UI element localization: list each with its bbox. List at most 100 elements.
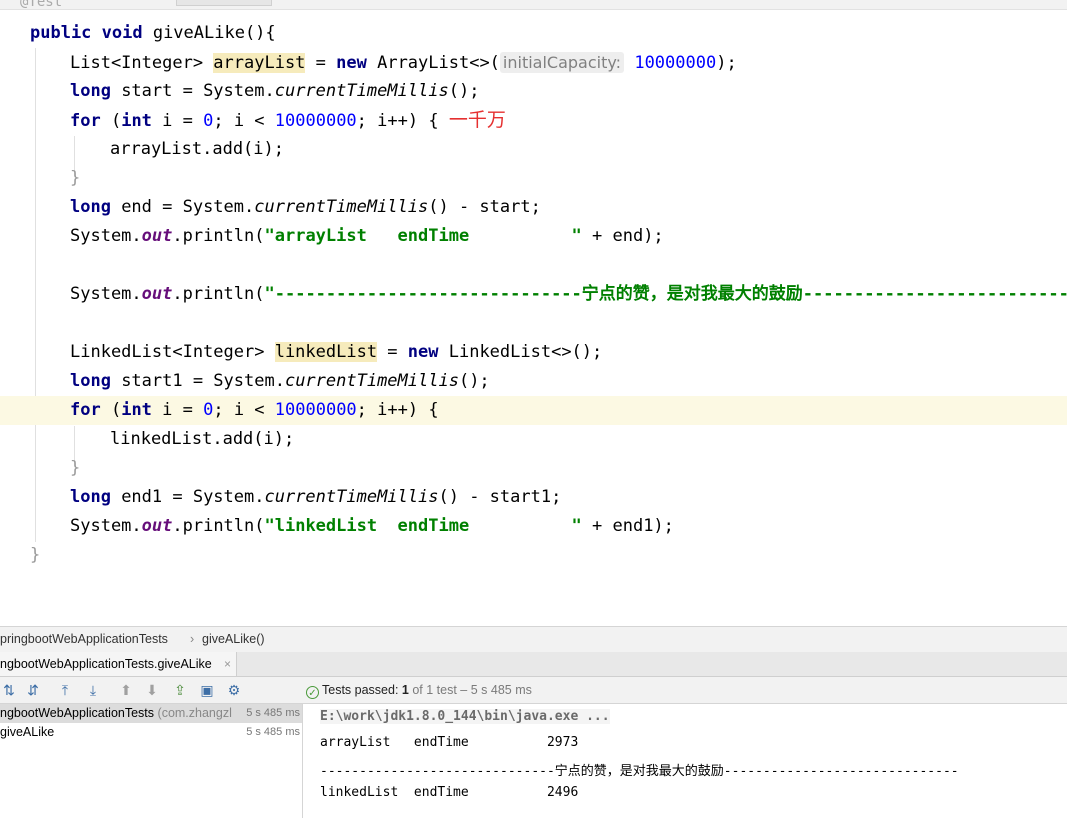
previous-failed-icon[interactable]: ⬆ [117,681,135,699]
console-line: linkedList endTime 2496 [320,785,579,800]
expand-all-icon[interactable]: ⤒ [56,681,74,699]
code-text: end1 = System. [110,487,265,507]
code-text: + end1); [581,516,674,536]
code-line: linkedList.add(i); [0,425,1067,454]
code-line: long start = System.currentTimeMillis(); [0,77,1067,106]
check-icon: ✓ [306,686,319,699]
highlighted-variable[interactable]: linkedList [274,342,378,362]
keyword: long [70,487,111,507]
console-line: ------------------------------宁点的赞，是对我最大… [320,764,959,779]
editor-tab-fragment[interactable] [176,0,272,6]
status-label: Tests passed: [322,683,399,697]
editor-top-strip: @Test [0,0,1067,10]
code-text: () - start1; [438,487,562,507]
code-line: System.out.println("linkedList endTime "… [0,512,1067,541]
code-line: List<Integer> arrayList = new ArrayList<… [0,48,1067,77]
code-text: start1 = System. [110,371,285,391]
code-text: i = [151,400,204,420]
code-line: } [0,164,1067,193]
code-text: LinkedList<Integer> [70,342,275,362]
code-text: start = System. [110,81,275,101]
import-icon[interactable]: ▣ [198,681,216,699]
test-status: ✓ Tests passed: 1 of 1 test – 5 s 485 ms [306,681,532,699]
breadcrumb: pringbootWebApplicationTests › giveALike… [0,626,1067,653]
static-field: out [141,516,173,536]
settings-icon[interactable]: ⚙ [225,681,243,699]
closing-brace: } [30,545,41,565]
method-signature: giveALike(){ [142,23,276,43]
tree-row-method[interactable]: giveALike 5 s 485 ms [0,723,302,742]
number-literal: 10000000 [274,400,357,420]
status-detail: of 1 test – 5 s 485 ms [412,683,532,697]
run-tab-label: ngbootWebApplicationTests.giveALike [0,657,212,671]
console-output[interactable]: E:\work\jdk1.8.0_144\bin\java.exe ... ar… [303,704,1067,818]
code-line: for (int i = 0; i < 10000000; i++) { 一千万 [0,106,1067,135]
code-text: () - start; [428,197,541,217]
console-line: arrayList endTime 2973 [320,735,579,750]
code-line: System.out.println("--------------------… [0,280,1067,309]
sort-alpha-icon[interactable]: ⇅ [0,681,18,699]
run-tab-bar: ngbootWebApplicationTests.giveALike × [0,652,1067,677]
tree-row-class[interactable]: ngbootWebApplicationTests (com.zhangzl 5… [0,704,302,723]
keyword: for [70,111,101,131]
code-line: } [0,454,1067,483]
passed-count: 1 [401,683,409,697]
static-method: currentTimeMillis [284,371,459,391]
close-icon[interactable]: × [224,652,231,676]
keyword: long [70,371,111,391]
code-text: ; i < [213,400,275,420]
current-code-line: for (int i = 0; i < 10000000; i++) { [0,396,1067,425]
code-text: LinkedList<>(); [438,342,603,362]
code-editor[interactable]: @Test public void giveALike(){ List<Inte… [0,0,1067,626]
number-literal: 0 [203,400,214,420]
static-field: out [141,226,173,246]
keyword: long [70,197,111,217]
code-line: long start1 = System.currentTimeMillis()… [0,367,1067,396]
tree-row-label: giveALike [0,725,55,739]
breadcrumb-method[interactable]: giveALike() [202,627,265,651]
code-line: } [0,541,1067,570]
tree-row-duration: 5 s 485 ms [244,704,300,723]
console-command-line[interactable]: E:\work\jdk1.8.0_144\bin\java.exe ... [320,709,610,724]
keyword: long [70,81,111,101]
code-text: = [305,53,337,73]
code-text: System. [70,284,142,304]
keyword: int [121,111,152,131]
closing-brace: } [70,168,81,188]
code-text: ; i < [213,111,275,131]
code-line: arrayList.add(i); [0,135,1067,164]
code-line: System.out.println("arrayList endTime " … [0,222,1067,251]
code-text: ; i++) { [356,400,439,420]
code-line: LinkedList<Integer> linkedList = new Lin… [0,338,1067,367]
code-text: ); [716,53,737,73]
code-text: .println( [172,226,265,246]
code-line: long end1 = System.currentTimeMillis() -… [0,483,1067,512]
code-text: .println( [172,284,265,304]
run-tab[interactable]: ngbootWebApplicationTests.giveALike × [0,652,237,676]
run-tool-window: pringbootWebApplicationTests › giveALike… [0,626,1067,818]
code-text: ( [100,400,122,420]
test-toolbar: ⇅ ⇵ ⤒ ⤓ ⬆ ⬇ ⇪ ▣ ⚙ ✓ Tests passed: 1 of 1 … [0,677,1067,704]
static-method: currentTimeMillis [274,81,449,101]
code-text: (); [448,81,480,101]
string-literal: "arrayList endTime " [264,226,582,246]
static-method: currentTimeMillis [254,197,429,217]
keyword: public void [30,23,143,43]
sort-duration-icon[interactable]: ⇵ [24,681,42,699]
code-line: public void giveALike(){ [0,19,1067,48]
code-line: long end = System.currentTimeMillis() - … [0,193,1067,222]
next-failed-icon[interactable]: ⬇ [143,681,161,699]
code-text: System. [70,516,142,536]
breadcrumb-class[interactable]: pringbootWebApplicationTests [0,627,168,651]
highlighted-variable[interactable]: arrayList [213,53,306,73]
keyword: for [70,400,101,420]
code-text: .println( [172,516,265,536]
test-tree: ngbootWebApplicationTests (com.zhangzl 5… [0,704,303,818]
tree-row-duration: 5 s 485 ms [246,726,300,738]
code-text: i = [151,111,204,131]
export-icon[interactable]: ⇪ [171,681,189,699]
tree-row-package: (com.zhangzl [157,706,232,720]
breadcrumb-separator: › [190,632,195,646]
collapse-all-icon[interactable]: ⤓ [84,681,102,699]
parameter-hint: initialCapacity: [499,52,625,73]
